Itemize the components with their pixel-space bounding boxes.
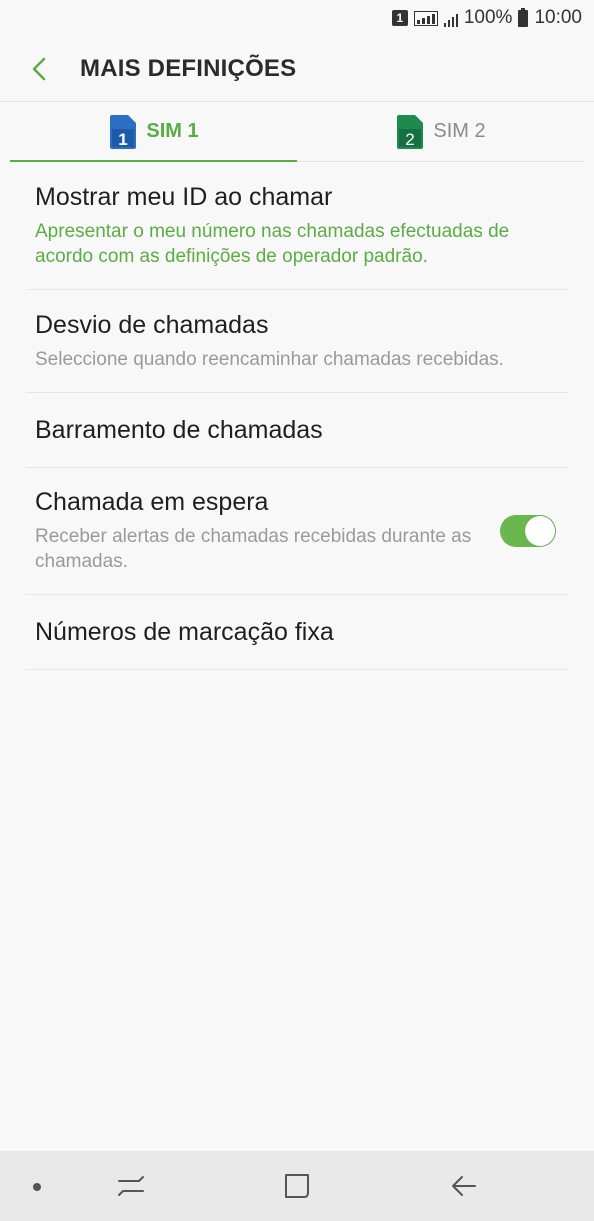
nav-dot-icon[interactable] <box>33 1183 41 1191</box>
tab-sim1-label: SIM 1 <box>146 120 199 142</box>
toggle-knob <box>525 516 555 546</box>
signal-strength-sim1-icon <box>413 10 438 26</box>
battery-percent: 100% <box>463 7 513 28</box>
chevron-left-icon <box>32 57 46 80</box>
sim-card-2-icon: 2 <box>397 114 424 149</box>
page-title: MAIS DEFINIÇÕES <box>80 54 297 82</box>
setting-call-forwarding[interactable]: Desvio de chamadas Seleccione quando ree… <box>26 290 568 393</box>
battery-icon <box>518 7 529 27</box>
sim-card-1-icon: 1 <box>110 114 137 149</box>
setting-caller-id-title: Mostrar meu ID ao chamar <box>35 182 333 211</box>
recent-apps-icon[interactable] <box>113 1168 149 1204</box>
setting-fixed-dialing[interactable]: Números de marcação fixa <box>26 595 568 670</box>
setting-fixed-dialing-title: Números de marcação fixa <box>35 617 334 646</box>
setting-call-forwarding-title: Desvio de chamadas <box>35 310 269 339</box>
sim-indicator-icon: 1 <box>391 10 408 26</box>
sim-card-2-number: 2 <box>406 130 415 149</box>
setting-caller-id-subtitle: Apresentar o meu número nas chamadas efe… <box>35 220 510 267</box>
status-bar: 1 100% 10:00 <box>0 0 594 36</box>
home-icon[interactable] <box>279 1168 315 1204</box>
sim-tabs: 1 SIM 1 2 SIM 2 <box>10 102 584 162</box>
setting-call-waiting-title: Chamada em espera <box>35 488 269 516</box>
setting-call-forwarding-subtitle: Seleccione quando reencaminhar chamadas … <box>35 348 504 370</box>
setting-call-barring-title: Barramento de chamadas <box>35 415 323 444</box>
setting-call-barring[interactable]: Barramento de chamadas <box>26 393 568 468</box>
clock: 10:00 <box>534 7 582 28</box>
signal-strength-sim2-icon <box>443 9 458 27</box>
back-nav-icon[interactable] <box>446 1168 482 1204</box>
navigation-bar <box>0 1151 594 1221</box>
call-waiting-toggle[interactable] <box>500 515 556 547</box>
setting-caller-id[interactable]: Mostrar meu ID ao chamar Apresentar o me… <box>26 162 568 290</box>
app-bar: MAIS DEFINIÇÕES <box>0 36 594 102</box>
tab-sim2[interactable]: 2 SIM 2 <box>297 102 584 161</box>
setting-call-waiting[interactable]: Chamada em espera Receber alertas de cha… <box>26 468 568 595</box>
sim-card-1-number: 1 <box>119 130 128 149</box>
setting-call-waiting-subtitle: Receber alertas de chamadas recebidas du… <box>35 526 472 572</box>
tab-sim1[interactable]: 1 SIM 1 <box>10 102 297 162</box>
settings-list: Mostrar meu ID ao chamar Apresentar o me… <box>26 162 568 670</box>
back-button[interactable] <box>10 36 70 102</box>
setting-call-waiting-text: Chamada em espera Receber alertas de cha… <box>35 488 490 574</box>
tab-sim2-label: SIM 2 <box>433 120 486 142</box>
